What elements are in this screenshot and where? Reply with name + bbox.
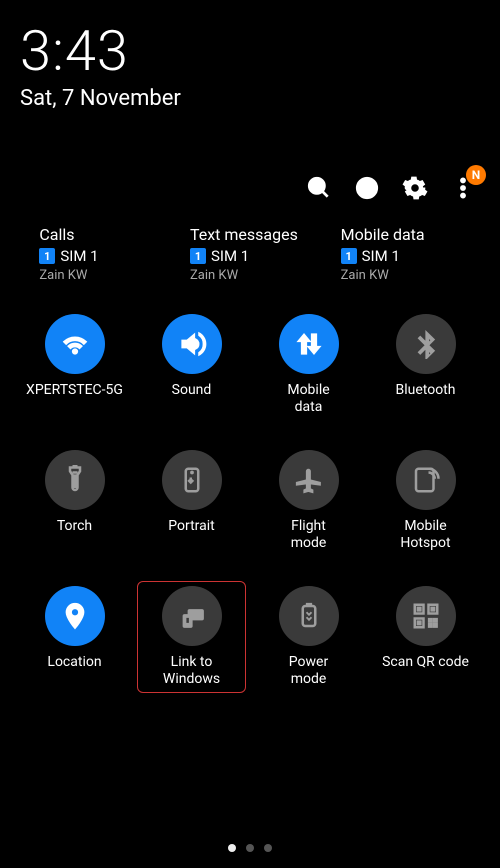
quick-tile-qr[interactable]: Scan QR code bbox=[371, 581, 480, 693]
torch-icon bbox=[45, 450, 105, 510]
quick-tile-wifi[interactable]: XPERTSTEC-5G bbox=[20, 309, 129, 421]
sim-group-title: Mobile data bbox=[341, 225, 425, 244]
quick-tile-flight[interactable]: Flight mode bbox=[254, 445, 363, 557]
sim-number-badge: 1 bbox=[341, 248, 357, 264]
sim-selector-mobile-data[interactable]: Mobile data 1 SIM 1 Zain KW bbox=[341, 225, 461, 283]
page-dot[interactable] bbox=[228, 844, 236, 852]
sim-carrier: Zain KW bbox=[39, 268, 87, 283]
portrait-icon bbox=[162, 450, 222, 510]
page-dot[interactable] bbox=[246, 844, 254, 852]
flight-icon bbox=[279, 450, 339, 510]
actions-row: N bbox=[16, 119, 484, 221]
quick-tile-sound[interactable]: Sound bbox=[137, 309, 246, 421]
sim-carrier: Zain KW bbox=[341, 268, 389, 283]
quick-tile-label: Mobile data bbox=[287, 382, 329, 416]
sim-carrier: Zain KW bbox=[190, 268, 238, 283]
quick-tile-label: Torch bbox=[57, 518, 92, 552]
quick-tile-torch[interactable]: Torch bbox=[20, 445, 129, 557]
qr-icon bbox=[396, 586, 456, 646]
page-dot[interactable] bbox=[264, 844, 272, 852]
quick-tile-mobiledata[interactable]: Mobile data bbox=[254, 309, 363, 421]
quick-tile-linkwin[interactable]: Link to Windows bbox=[137, 581, 246, 693]
location-icon bbox=[45, 586, 105, 646]
quick-tile-label: Flight mode bbox=[291, 518, 327, 552]
sim-label: SIM 1 bbox=[362, 247, 400, 265]
quick-settings-panel: 3:43 Sat, 7 November N Calls 1 SIM 1 Zain K… bbox=[0, 0, 500, 868]
power-icon bbox=[279, 586, 339, 646]
quick-tile-label: Location bbox=[47, 654, 101, 688]
quick-tile-label: Link to Windows bbox=[163, 654, 220, 688]
wifi-icon bbox=[45, 314, 105, 374]
notification-badge: N bbox=[466, 165, 486, 185]
clock-date: Sat, 7 November bbox=[20, 86, 480, 111]
quick-tile-portrait[interactable]: Portrait bbox=[137, 445, 246, 557]
page-indicator bbox=[16, 836, 484, 868]
quick-tile-bluetooth[interactable]: Bluetooth bbox=[371, 309, 480, 421]
quick-tile-power[interactable]: Power mode bbox=[254, 581, 363, 693]
sim-number-badge: 1 bbox=[39, 248, 55, 264]
linkwin-icon bbox=[162, 586, 222, 646]
updown-icon bbox=[279, 314, 339, 374]
bluetooth-icon bbox=[396, 314, 456, 374]
sim-line: 1 SIM 1 bbox=[39, 247, 98, 265]
sim-group-title: Calls bbox=[39, 225, 74, 244]
settings-gear-icon[interactable] bbox=[402, 175, 428, 201]
sim-selector-row: Calls 1 SIM 1 Zain KW Text messages 1 SIM 1 Zai… bbox=[16, 221, 484, 305]
quick-tile-label: Mobile Hotspot bbox=[400, 518, 450, 552]
sim-label: SIM 1 bbox=[60, 247, 98, 265]
quick-tile-label: Power mode bbox=[289, 654, 328, 688]
sound-icon bbox=[162, 314, 222, 374]
quick-tiles-grid: XPERTSTEC-5G Sound Mobile data Bluetooth Tor… bbox=[16, 305, 484, 836]
quick-tile-location[interactable]: Location bbox=[20, 581, 129, 693]
quick-tile-label: Bluetooth bbox=[396, 382, 456, 416]
sim-label: SIM 1 bbox=[211, 247, 249, 265]
sim-number-badge: 1 bbox=[190, 248, 206, 264]
clock-time: 3:43 bbox=[20, 18, 480, 84]
quick-tile-label: Portrait bbox=[168, 518, 214, 552]
sim-selector-text-messages[interactable]: Text messages 1 SIM 1 Zain KW bbox=[190, 225, 310, 283]
power-icon[interactable] bbox=[354, 175, 380, 201]
quick-tile-label: Scan QR code bbox=[382, 654, 469, 688]
more-menu-icon[interactable]: N bbox=[450, 175, 476, 201]
clock-block: 3:43 Sat, 7 November bbox=[16, 0, 484, 119]
quick-tile-hotspot[interactable]: Mobile Hotspot bbox=[371, 445, 480, 557]
search-icon[interactable] bbox=[306, 175, 332, 201]
sim-group-title: Text messages bbox=[190, 225, 298, 244]
quick-tile-label: XPERTSTEC-5G bbox=[26, 382, 123, 416]
hotspot-icon bbox=[396, 450, 456, 510]
sim-line: 1 SIM 1 bbox=[341, 247, 400, 265]
quick-tile-label: Sound bbox=[172, 382, 212, 416]
sim-line: 1 SIM 1 bbox=[190, 247, 249, 265]
sim-selector-calls[interactable]: Calls 1 SIM 1 Zain KW bbox=[39, 225, 159, 283]
